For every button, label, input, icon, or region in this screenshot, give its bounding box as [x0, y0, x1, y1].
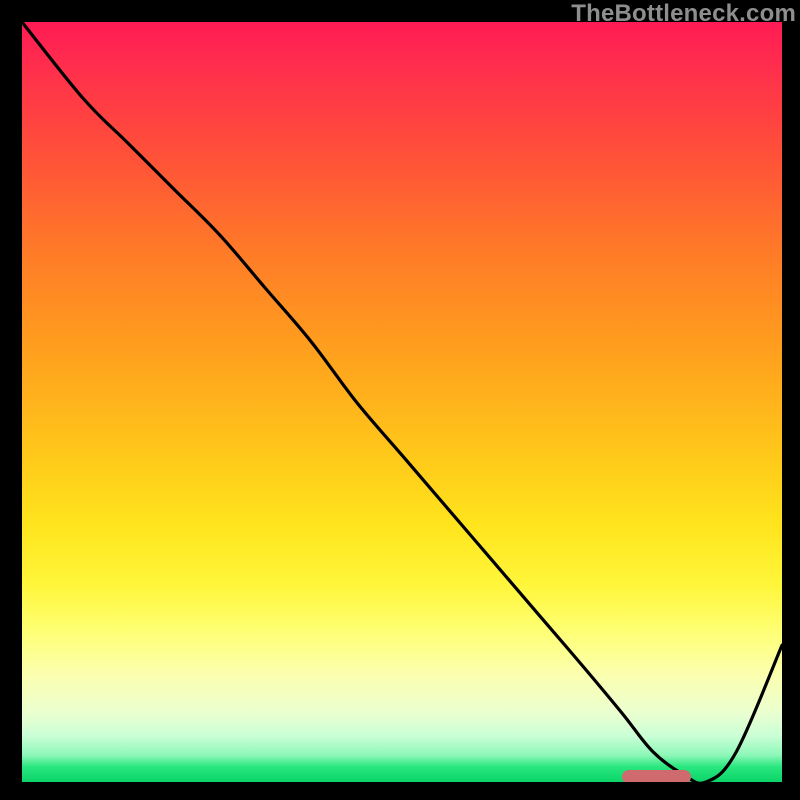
curve-layer [22, 22, 782, 782]
bottleneck-curve [22, 22, 782, 782]
plot-area [22, 22, 782, 782]
optimal-range-marker [622, 770, 690, 782]
watermark-text: TheBottleneck.com [571, 0, 796, 28]
chart-frame: TheBottleneck.com [0, 0, 800, 800]
